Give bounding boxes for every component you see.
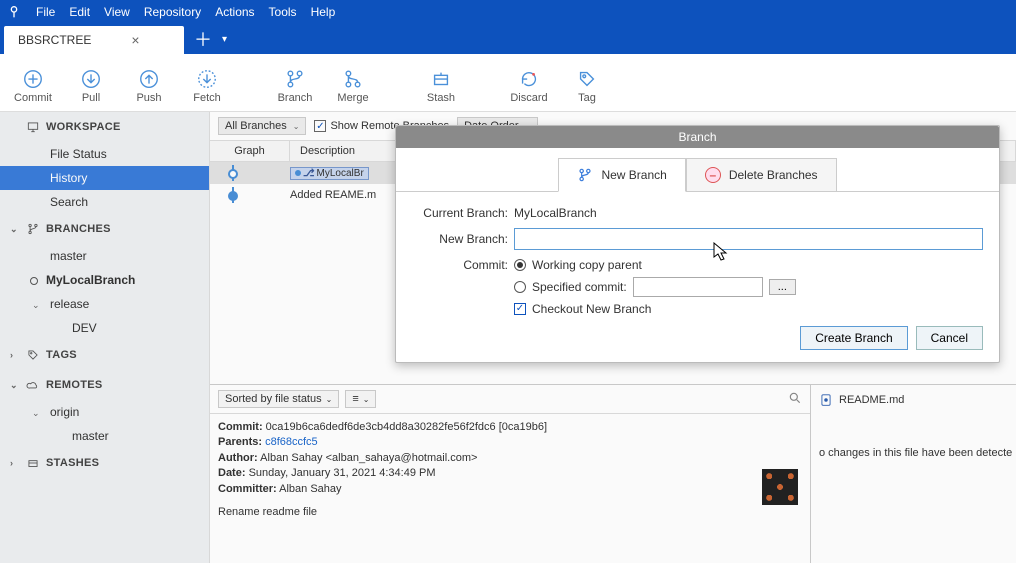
sidebar-tags-header[interactable]: › TAGS bbox=[0, 340, 209, 370]
sidebar-remote-origin[interactable]: ⌄origin bbox=[0, 400, 209, 424]
branch-icon bbox=[577, 167, 593, 183]
sort-dropdown[interactable]: Sorted by file status⌄ bbox=[218, 390, 339, 408]
sidebar-remotes-header[interactable]: ⌄ REMOTES bbox=[0, 370, 209, 400]
commit-info: Commit: 0ca19b6ca6dedf6de3cb4dd8a30282fe… bbox=[210, 414, 810, 526]
list-view-dropdown[interactable]: ≡ ⌄ bbox=[345, 390, 376, 408]
sidebar-branches-header[interactable]: ⌄ BRANCHES bbox=[0, 214, 209, 244]
sidebar-remote-master[interactable]: master bbox=[0, 424, 209, 448]
menu-edit[interactable]: Edit bbox=[69, 5, 90, 19]
new-branch-input[interactable] bbox=[514, 228, 983, 250]
close-tab-icon[interactable]: × bbox=[131, 32, 139, 48]
sidebar-stashes-header[interactable]: › STASHES bbox=[0, 448, 209, 478]
graph-node-icon bbox=[228, 169, 238, 179]
tab-new-branch[interactable]: New Branch bbox=[558, 158, 685, 192]
stash-icon bbox=[26, 456, 40, 470]
readme-file-header[interactable]: README.md bbox=[819, 393, 1008, 407]
discard-button[interactable]: Discard bbox=[500, 68, 558, 104]
pull-button[interactable]: Pull bbox=[62, 68, 120, 104]
browse-commit-button[interactable]: ... bbox=[769, 279, 796, 295]
radio-specified-commit[interactable]: Specified commit: bbox=[514, 280, 627, 294]
new-branch-label: New Branch: bbox=[412, 232, 508, 246]
dialog-title: Branch bbox=[396, 126, 999, 148]
push-button[interactable]: Push bbox=[120, 68, 178, 104]
menu-bar: File Edit View Repository Actions Tools … bbox=[0, 0, 1016, 24]
tag-button[interactable]: Tag bbox=[558, 68, 616, 104]
branch-dialog: Branch New Branch – Delete Branches Curr… bbox=[395, 125, 1000, 363]
branch-button[interactable]: Branch bbox=[266, 68, 324, 104]
file-icon bbox=[819, 393, 833, 407]
tab-menu-chevron-icon[interactable]: ▾ bbox=[222, 34, 227, 45]
checkout-new-branch-checkbox[interactable]: ✓Checkout New Branch bbox=[514, 302, 796, 316]
menu-help[interactable]: Help bbox=[311, 5, 336, 19]
branch-filter-dropdown[interactable]: All Branches⌄ bbox=[218, 117, 306, 135]
merge-button[interactable]: Merge bbox=[324, 68, 382, 104]
branch-icon bbox=[26, 222, 40, 236]
col-graph[interactable]: Graph bbox=[210, 141, 290, 161]
sidebar-branch-mylocalbranch[interactable]: MyLocalBranch bbox=[0, 268, 209, 292]
repo-tab[interactable]: BBSRCTREE × bbox=[4, 26, 184, 54]
specified-commit-input[interactable] bbox=[633, 277, 763, 297]
sidebar-branch-master[interactable]: master bbox=[0, 244, 209, 268]
menu-file[interactable]: File bbox=[36, 5, 55, 19]
file-sort-bar: Sorted by file status⌄ ≡ ⌄ bbox=[210, 385, 810, 414]
cloud-icon bbox=[26, 378, 40, 392]
menu-repository[interactable]: Repository bbox=[144, 5, 201, 19]
sidebar-branch-release[interactable]: ⌄release bbox=[0, 292, 209, 316]
commit-button[interactable]: Commit bbox=[4, 68, 62, 104]
current-branch-indicator-icon bbox=[30, 277, 38, 285]
radio-working-copy-parent[interactable]: Working copy parent bbox=[514, 258, 796, 272]
toolbar: Commit Pull Push Fetch Branch Merge Stas… bbox=[0, 54, 1016, 112]
sidebar-item-history[interactable]: History bbox=[0, 166, 209, 190]
search-icon[interactable] bbox=[788, 391, 802, 408]
cancel-button[interactable]: Cancel bbox=[916, 326, 983, 350]
menu-actions[interactable]: Actions bbox=[215, 5, 254, 19]
avatar bbox=[762, 469, 798, 505]
current-branch-value: MyLocalBranch bbox=[514, 206, 597, 220]
tag-icon bbox=[26, 348, 40, 362]
create-branch-button[interactable]: Create Branch bbox=[800, 326, 907, 350]
sidebar-branch-dev[interactable]: DEV bbox=[0, 316, 209, 340]
repo-tab-title: BBSRCTREE bbox=[18, 33, 91, 47]
commit-label: Commit: bbox=[412, 258, 508, 272]
menu-tools[interactable]: Tools bbox=[269, 5, 297, 19]
menu-view[interactable]: View bbox=[104, 5, 130, 19]
readme-note: o changes in this file have been detecte bbox=[819, 447, 1008, 459]
sidebar-workspace-header[interactable]: WORKSPACE bbox=[0, 112, 209, 142]
parent-link[interactable]: c8f68ccfc5 bbox=[265, 436, 318, 448]
graph-node-icon bbox=[228, 191, 238, 201]
minus-circle-icon: – bbox=[705, 167, 721, 183]
details-panel: Sorted by file status⌄ ≡ ⌄ Commit: 0ca19… bbox=[210, 384, 1016, 563]
sidebar-item-search[interactable]: Search bbox=[0, 190, 209, 214]
app-icon bbox=[6, 4, 22, 20]
tab-bar: BBSRCTREE × ＋ ▾ bbox=[0, 24, 1016, 54]
new-tab-button[interactable]: ＋ bbox=[184, 26, 222, 52]
branch-badge: ⎇MyLocalBr bbox=[290, 167, 369, 180]
sidebar-item-file-status[interactable]: File Status bbox=[0, 142, 209, 166]
fetch-button[interactable]: Fetch bbox=[178, 68, 236, 104]
tab-delete-branches[interactable]: – Delete Branches bbox=[686, 158, 837, 192]
current-branch-label: Current Branch: bbox=[412, 206, 508, 220]
stash-button[interactable]: Stash bbox=[412, 68, 470, 104]
monitor-icon bbox=[26, 120, 40, 134]
sidebar: WORKSPACE File Status History Search ⌄ B… bbox=[0, 112, 210, 563]
